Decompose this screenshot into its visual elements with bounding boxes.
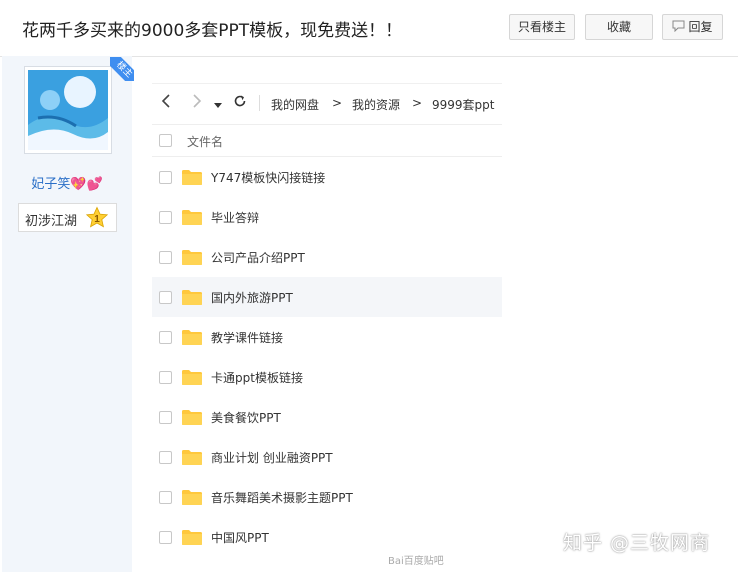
level-badge[interactable]: 初涉江湖 1: [18, 203, 117, 232]
folder-icon: [182, 250, 202, 265]
file-list-header: 文件名: [152, 125, 502, 157]
file-name[interactable]: 毕业答辩: [211, 209, 259, 226]
row-checkbox[interactable]: [159, 371, 172, 384]
reply-label: 回复: [688, 20, 713, 34]
file-row[interactable]: 公司产品介绍PPT: [152, 237, 502, 277]
level-number: 1: [94, 214, 100, 225]
row-checkbox[interactable]: [159, 251, 172, 264]
toolbar-divider: [259, 95, 260, 111]
file-row[interactable]: 毕业答辩: [152, 197, 502, 237]
baidu-watermark: Bai百度贴吧: [388, 556, 444, 567]
post-header: 花两千多买来的9000多套PPT模板，现免费送！！ 只看楼主 收藏 回复: [0, 0, 738, 57]
column-filename[interactable]: 文件名: [187, 133, 223, 150]
only-op-button[interactable]: 只看楼主: [509, 14, 575, 40]
post-title: 花两千多买来的9000多套PPT模板，现免费送！！: [22, 21, 403, 41]
file-row[interactable]: 教学课件链接: [152, 317, 502, 357]
reply-button[interactable]: 回复: [662, 14, 723, 40]
file-name[interactable]: Y747模板快闪接链接: [211, 169, 325, 186]
folder-icon: [182, 370, 202, 385]
select-all-checkbox[interactable]: [159, 134, 172, 147]
history-dropdown-icon[interactable]: [214, 98, 222, 113]
breadcrumb-item-resources[interactable]: 我的资源: [352, 96, 400, 113]
avatar: [28, 70, 108, 150]
row-checkbox[interactable]: [159, 411, 172, 424]
comment-icon: [672, 16, 685, 40]
file-row[interactable]: 中国风PPT: [152, 517, 502, 557]
file-name[interactable]: 公司产品介绍PPT: [211, 249, 305, 266]
folder-icon: [182, 410, 202, 425]
file-name[interactable]: 商业计划 创业融资PPT: [211, 449, 333, 466]
breadcrumb-item-root[interactable]: 我的网盘: [271, 96, 319, 113]
file-name[interactable]: 美食餐饮PPT: [211, 409, 281, 426]
file-row[interactable]: 美食餐饮PPT: [152, 397, 502, 437]
level-title: 初涉江湖: [25, 214, 78, 229]
folder-icon: [182, 530, 202, 545]
folder-icon: [182, 290, 202, 305]
file-row[interactable]: 国内外旅游PPT: [152, 277, 502, 317]
row-checkbox[interactable]: [159, 211, 172, 224]
folder-icon: [182, 210, 202, 225]
file-name[interactable]: 卡通ppt模板链接: [211, 369, 303, 386]
row-checkbox[interactable]: [159, 491, 172, 504]
folder-icon: [182, 450, 202, 465]
row-checkbox[interactable]: [159, 331, 172, 344]
file-manager: 我的网盘 > 我的资源 > 9999套ppt 文件名 Y747模板快闪接链接 毕业…: [152, 83, 502, 557]
file-toolbar: 我的网盘 > 我的资源 > 9999套ppt: [152, 83, 502, 125]
file-name[interactable]: 音乐舞蹈美术摄影主题PPT: [211, 489, 353, 506]
row-checkbox[interactable]: [159, 171, 172, 184]
zhihu-watermark: 知乎 @三牧网商: [563, 532, 711, 554]
file-name[interactable]: 中国风PPT: [211, 529, 269, 546]
file-row[interactable]: 卡通ppt模板链接: [152, 357, 502, 397]
file-name[interactable]: 教学课件链接: [211, 329, 283, 346]
forward-icon[interactable]: [192, 94, 202, 112]
file-name[interactable]: 国内外旅游PPT: [211, 289, 293, 306]
favorite-button[interactable]: 收藏: [585, 14, 653, 40]
row-checkbox[interactable]: [159, 291, 172, 304]
breadcrumb-item-current: 9999套ppt: [432, 98, 495, 112]
folder-icon: [182, 330, 202, 345]
breadcrumb-separator: >: [412, 96, 423, 110]
file-list: Y747模板快闪接链接 毕业答辩公司产品介绍PPT 国内外旅游PPT 教学课件链接卡通…: [152, 157, 502, 557]
file-row[interactable]: 音乐舞蹈美术摄影主题PPT: [152, 477, 502, 517]
refresh-icon[interactable]: [233, 94, 247, 112]
level-star-icon: 1: [85, 206, 109, 228]
row-checkbox[interactable]: [159, 531, 172, 544]
breadcrumb-separator: >: [332, 96, 343, 110]
file-row[interactable]: 商业计划 创业融资PPT: [152, 437, 502, 477]
back-icon[interactable]: [161, 94, 171, 112]
row-checkbox[interactable]: [159, 451, 172, 464]
folder-icon: [182, 170, 202, 185]
folder-icon: [182, 490, 202, 505]
avatar-frame[interactable]: [24, 66, 112, 154]
author-name[interactable]: 妃子笑💖💕: [0, 173, 134, 192]
op-ribbon: 楼主: [110, 57, 134, 81]
file-row[interactable]: Y747模板快闪接链接: [152, 157, 502, 197]
